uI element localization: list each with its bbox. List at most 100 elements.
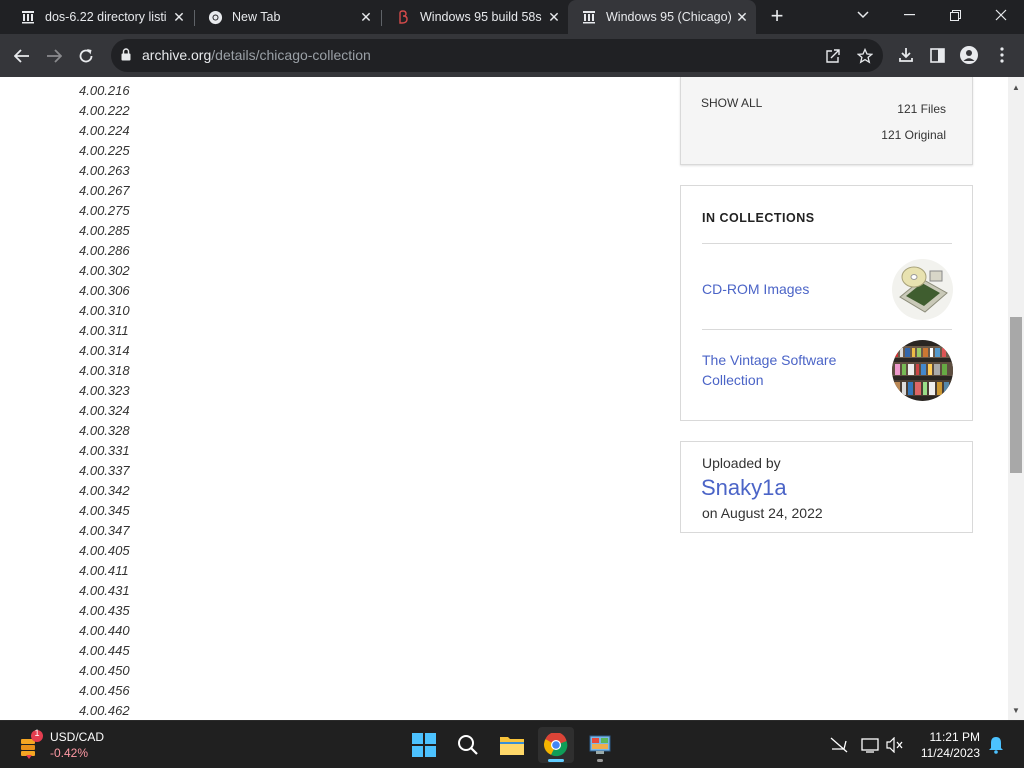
- tab-dos-directory[interactable]: dos-6.22 directory listi ✕: [0, 0, 193, 34]
- forward-button[interactable]: [40, 42, 68, 70]
- divider: [702, 329, 952, 330]
- collections-heading: IN COLLECTIONS: [702, 211, 815, 225]
- version-item: 4.00.347: [79, 523, 130, 538]
- profile-avatar-icon[interactable]: [958, 44, 980, 66]
- archive-icon: [20, 9, 36, 25]
- control-panel-icon: [589, 735, 611, 754]
- divider: [702, 243, 952, 244]
- scroll-down-arrow-icon[interactable]: ▼: [1008, 702, 1024, 718]
- version-item: 4.00.440: [79, 623, 130, 638]
- cd-rom-thumbnail[interactable]: [892, 259, 953, 320]
- version-item: 4.00.310: [79, 303, 130, 318]
- url-text: archive.org/details/chicago-collection: [142, 47, 371, 63]
- version-item: 4.00.435: [79, 603, 130, 618]
- notification-badge: 1: [34, 728, 40, 738]
- collections-panel: IN COLLECTIONS CD-ROM Images The Vintage…: [680, 185, 973, 421]
- version-item: 4.00.224: [79, 123, 130, 138]
- version-item: 4.00.318: [79, 363, 130, 378]
- page-content: 4.00.216 4.00.222 4.00.224 4.00.225 4.00.263…: [0, 77, 1008, 720]
- scrollbar-thumb[interactable]: [1010, 317, 1022, 473]
- version-item: 4.00.337: [79, 463, 130, 478]
- tab-close-icon[interactable]: ✕: [546, 9, 562, 25]
- currency-change[interactable]: -0.42%: [50, 746, 88, 760]
- version-item: 4.00.405: [79, 543, 130, 558]
- url-host: archive.org: [142, 47, 212, 63]
- download-icon[interactable]: [895, 44, 917, 66]
- arrow-right-icon: [47, 49, 62, 63]
- volume-muted-icon[interactable]: [885, 735, 905, 755]
- version-item: 4.00.267: [79, 183, 130, 198]
- minimize-button[interactable]: [886, 0, 932, 30]
- tab-windows95-chicago[interactable]: Windows 95 (Chicago) ✕: [568, 0, 756, 34]
- more-menu-icon[interactable]: [991, 44, 1013, 66]
- search-icon: [458, 735, 478, 755]
- scroll-up-arrow-icon[interactable]: ▲: [1008, 79, 1024, 95]
- version-item: 4.00.216: [79, 83, 130, 98]
- version-item: 4.00.450: [79, 663, 130, 678]
- clock-date[interactable]: 11/24/2023: [921, 746, 980, 760]
- reload-button[interactable]: [72, 42, 100, 70]
- tab-title: Windows 95 build 58s: [420, 10, 542, 24]
- version-item: 4.00.311: [79, 323, 129, 338]
- display-icon[interactable]: [860, 735, 880, 755]
- bookmark-star-icon[interactable]: [856, 47, 874, 65]
- version-item: 4.00.411: [79, 563, 129, 578]
- archive-icon: [581, 9, 597, 25]
- tab-close-icon[interactable]: ✕: [171, 9, 187, 25]
- running-indicator: [597, 759, 603, 762]
- version-item: 4.00.456: [79, 683, 130, 698]
- version-item: 4.00.222: [79, 103, 130, 118]
- side-panel-icon[interactable]: [926, 44, 948, 66]
- minimize-icon: [903, 14, 915, 16]
- page-scrollbar[interactable]: ▲ ▼: [1008, 77, 1024, 720]
- version-item: 4.00.431: [79, 583, 130, 598]
- collection-link-cd-rom[interactable]: CD-ROM Images: [702, 279, 872, 299]
- new-tab-button[interactable]: +: [766, 5, 788, 28]
- tab-title: New Tab: [232, 10, 281, 24]
- file-explorer-button[interactable]: [494, 727, 530, 763]
- uploader-link[interactable]: Snaky1a: [701, 475, 787, 501]
- clock-time[interactable]: 11:21 PM: [930, 730, 980, 744]
- version-item: 4.00.445: [79, 643, 130, 658]
- chevron-down-icon: [857, 11, 869, 19]
- show-all-link[interactable]: SHOW ALL: [701, 96, 762, 110]
- version-item: 4.00.314: [79, 343, 130, 358]
- files-summary-panel: SHOW ALL 121 Files 121 Original: [680, 77, 973, 165]
- currency-widget-icon[interactable]: 1: [18, 728, 48, 759]
- version-item: 4.00.328: [79, 423, 130, 438]
- active-indicator: [548, 759, 564, 762]
- tab-new-tab[interactable]: New Tab ✕: [187, 0, 380, 34]
- version-item: 4.00.306: [79, 283, 130, 298]
- start-button[interactable]: [406, 727, 442, 763]
- tab-close-icon[interactable]: ✕: [358, 9, 374, 25]
- close-window-button[interactable]: [978, 0, 1024, 30]
- restore-button[interactable]: [932, 0, 978, 30]
- version-item: 4.00.462: [79, 703, 130, 718]
- files-count[interactable]: 121 Files: [897, 102, 946, 116]
- tab-close-icon[interactable]: ✕: [734, 9, 750, 25]
- files-original-count[interactable]: 121 Original: [881, 128, 946, 142]
- url-path: /details/chicago-collection: [211, 47, 371, 63]
- chrome-taskbar-button[interactable]: [538, 727, 574, 763]
- lock-icon[interactable]: [121, 48, 131, 66]
- notification-bell-icon[interactable]: [986, 735, 1006, 755]
- back-button[interactable]: [8, 42, 36, 70]
- share-icon[interactable]: [824, 47, 842, 65]
- version-item: 4.00.345: [79, 503, 130, 518]
- network-off-icon[interactable]: [829, 735, 849, 755]
- uploaded-by-label: Uploaded by: [702, 455, 781, 471]
- control-panel-button[interactable]: [582, 727, 618, 763]
- search-button[interactable]: [450, 727, 486, 763]
- arrow-left-icon: [14, 49, 29, 63]
- tab-title: Windows 95 (Chicago): [606, 10, 732, 24]
- chrome-icon: [544, 733, 568, 757]
- vintage-software-thumbnail[interactable]: [892, 340, 953, 401]
- address-bar[interactable]: archive.org/details/chicago-collection: [111, 39, 883, 72]
- reload-icon: [79, 49, 93, 63]
- tab-windows95-build[interactable]: Windows 95 build 58s ✕: [375, 0, 568, 34]
- collection-link-vintage-software[interactable]: The Vintage Software Collection: [702, 350, 872, 390]
- close-icon: [995, 9, 1007, 21]
- currency-ticker[interactable]: USD/CAD: [50, 730, 104, 744]
- tab-search-button[interactable]: [840, 0, 886, 30]
- version-item: 4.00.275: [79, 203, 130, 218]
